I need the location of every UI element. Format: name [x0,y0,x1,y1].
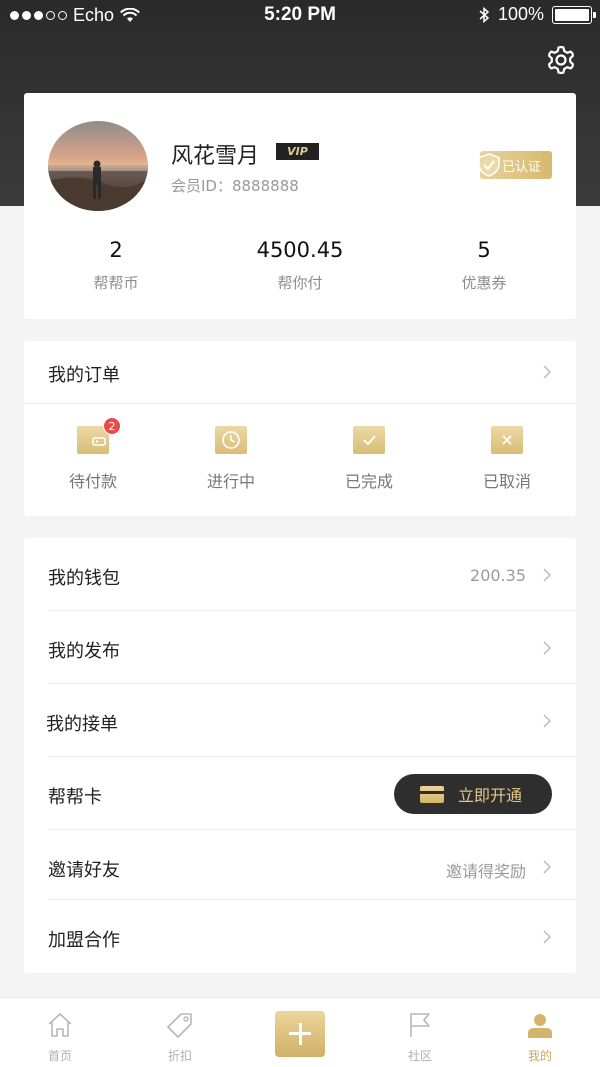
order-label: 进行中 [206,472,255,491]
stat-value: 5 [477,238,491,262]
member-id: 会员ID：8888888 [171,177,299,195]
order-label: 待付款 [68,472,117,491]
order-completed[interactable]: 已完成 [319,426,419,492]
tab-label: 折扣 [167,1049,192,1063]
profile-card: 风花雪月 VIP 会员ID：8888888 已认证 2 帮帮币 4500.45 … [24,93,576,319]
battery-percent: 100% [497,4,544,24]
chevron-right-icon [543,568,552,582]
stat-pay[interactable]: 4500.45 帮你付 [220,238,380,293]
activate-card-button[interactable]: 立即开通 [394,774,552,814]
menu-label: 邀请好友 [48,860,120,881]
order-in-progress[interactable]: 进行中 [181,426,281,492]
chevron-right-icon [543,860,552,874]
user-icon [528,1014,552,1038]
tab-home[interactable]: 首页 [0,998,120,1067]
stat-coupons[interactable]: 5 优惠券 [404,238,564,293]
status-bar: Echo 5:20 PM 100% [0,0,600,30]
stat-coins[interactable]: 2 帮帮币 [36,238,196,293]
divider [24,403,576,404]
tab-label: 我的 [527,1049,552,1063]
stat-value: 4500.45 [256,238,344,262]
check-icon [353,426,385,454]
menu-partnership[interactable]: 加盟合作 [24,900,576,973]
tab-bar: 首页 折扣 社区 我的 [0,997,600,1067]
wallet-balance: 200.35 [470,566,526,585]
chevron-right-icon [543,714,552,728]
username: 风花雪月 [171,144,260,169]
stat-label: 优惠券 [461,274,507,292]
gear-icon[interactable] [545,44,577,76]
stat-label: 帮你付 [277,274,323,292]
avatar[interactable] [48,121,148,211]
order-label: 已完成 [344,472,393,491]
tag-icon [167,1013,192,1038]
chevron-right-icon [543,641,552,655]
tab-publish[interactable] [240,998,360,1067]
order-badge: 2 [103,417,121,435]
wallet-icon: 2 [77,417,121,454]
orders-title: 我的订单 [48,365,120,386]
menu-my-accepted[interactable]: 我的接单 [24,684,576,757]
order-cancelled[interactable]: 已取消 [457,426,557,492]
menu-invite-friends[interactable]: 邀请好友 邀请得奖励 [24,830,576,900]
order-pending-payment[interactable]: 2 待付款 [43,417,143,492]
orders-card: 我的订单 2 待付款 进行中 已完成 已取消 [24,341,576,516]
menu-label: 我的接单 [46,714,118,735]
plus-icon [275,1011,325,1057]
bluetooth-icon [479,6,490,23]
stat-value: 2 [109,238,123,262]
tab-discount[interactable]: 折扣 [120,998,240,1067]
chevron-right-icon [543,365,552,379]
status-right: 100% [478,4,596,25]
vip-badge: VIP [276,143,319,160]
menu-label: 帮帮卡 [48,787,102,808]
home-icon [48,1013,72,1037]
cancel-icon [491,426,523,454]
orders-header[interactable]: 我的订单 [24,341,576,403]
tab-mine[interactable]: 我的 [480,998,600,1067]
order-label: 已取消 [482,472,531,491]
activate-label: 立即开通 [458,786,523,805]
shield-check-icon [478,153,500,177]
stat-label: 帮帮币 [93,274,139,292]
credit-card-icon [420,785,444,803]
menu-label: 我的钱包 [48,568,120,589]
flag-icon [410,1013,430,1037]
menu-label: 加盟合作 [48,930,120,951]
menu-label: 我的发布 [48,641,120,662]
menu-wallet[interactable]: 我的钱包 200.35 [24,538,576,611]
battery-icon [552,5,596,24]
clock-icon [215,426,247,454]
tab-label: 首页 [47,1049,72,1063]
menu-my-posts[interactable]: 我的发布 [24,611,576,684]
chevron-right-icon [543,930,552,944]
tab-community[interactable]: 社区 [360,998,480,1067]
tab-label: 社区 [407,1049,432,1063]
menu-card: 我的钱包 200.35 我的发布 我的接单 帮帮卡 立即开通 邀请好友 邀请得奖… [24,538,576,973]
invite-reward: 邀请得奖励 [445,862,526,881]
verified-label: 已认证 [502,159,542,175]
verified-badge: 已认证 [478,151,552,179]
